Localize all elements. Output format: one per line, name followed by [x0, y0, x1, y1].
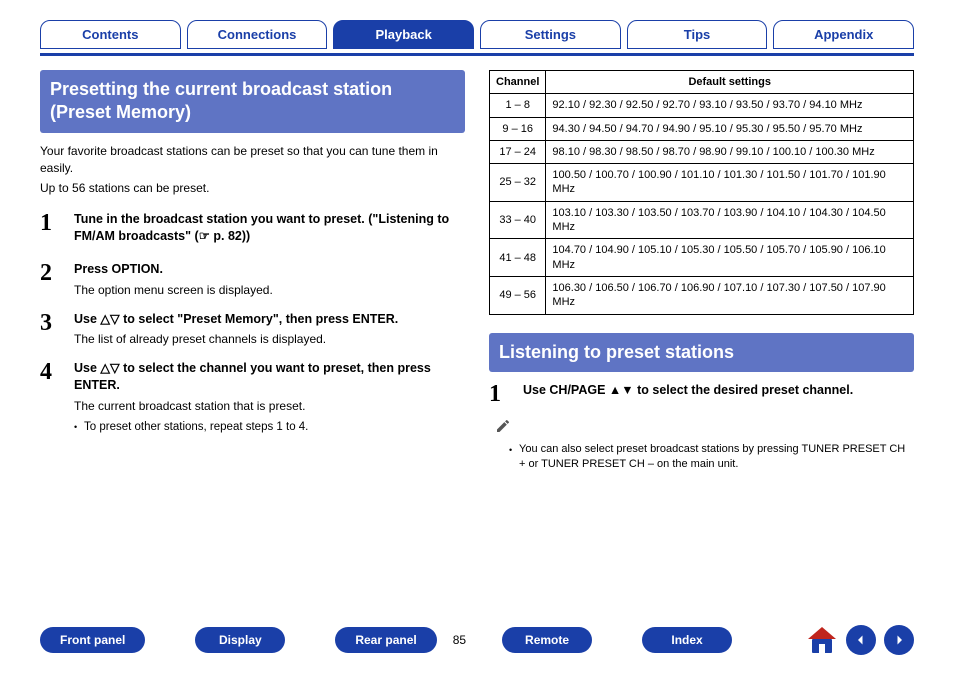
nav-divider: [40, 53, 914, 56]
section-heading-listening: Listening to preset stations: [489, 333, 914, 372]
step-bullet: To preset other stations, repeat steps 1…: [74, 419, 465, 435]
tab-playback[interactable]: Playback: [333, 20, 474, 49]
table-row: 25 – 32100.50 / 100.70 / 100.90 / 101.10…: [490, 164, 914, 202]
step-number: 2: [40, 261, 74, 299]
step-desc: The option menu screen is displayed.: [74, 282, 465, 299]
tab-tips[interactable]: Tips: [627, 20, 768, 49]
pencil-icon: [495, 418, 513, 436]
step-title: Press OPTION.: [74, 261, 465, 278]
step-number: 1: [40, 211, 74, 249]
cell-settings: 106.30 / 106.50 / 106.70 / 106.90 / 107.…: [546, 276, 914, 314]
cell-settings: 100.50 / 100.70 / 100.90 / 101.10 / 101.…: [546, 164, 914, 202]
next-page-button[interactable]: [884, 625, 914, 655]
table-row: 41 – 48104.70 / 104.90 / 105.10 / 105.30…: [490, 239, 914, 277]
cell-channel: 49 – 56: [490, 276, 546, 314]
step-number: 4: [40, 360, 74, 435]
cell-channel: 9 – 16: [490, 117, 546, 140]
section-heading-preset-memory: Presetting the current broadcast station…: [40, 70, 465, 133]
step-row: 1Tune in the broadcast station you want …: [40, 211, 465, 249]
step-desc: The list of already preset channels is d…: [74, 331, 465, 348]
table-row: 1 – 892.10 / 92.30 / 92.50 / 92.70 / 93.…: [490, 94, 914, 117]
cell-settings: 94.30 / 94.50 / 94.70 / 94.90 / 95.10 / …: [546, 117, 914, 140]
step-title: Use △▽ to select "Preset Memory", then p…: [74, 311, 465, 328]
page-number: 85: [447, 633, 472, 647]
step-row: 3Use △▽ to select "Preset Memory", then …: [40, 311, 465, 349]
table-row: 17 – 2498.10 / 98.30 / 98.50 / 98.70 / 9…: [490, 140, 914, 163]
note-text: You can also select preset broadcast sta…: [509, 442, 914, 473]
cell-settings: 98.10 / 98.30 / 98.50 / 98.70 / 98.90 / …: [546, 140, 914, 163]
step-title: Tune in the broadcast station you want t…: [74, 211, 465, 245]
remote-button[interactable]: Remote: [502, 627, 592, 653]
cell-channel: 17 – 24: [490, 140, 546, 163]
table-row: 49 – 56106.30 / 106.50 / 106.70 / 106.90…: [490, 276, 914, 314]
intro-text-1: Your favorite broadcast stations can be …: [40, 143, 465, 177]
step-desc: The current broadcast station that is pr…: [74, 398, 465, 415]
tab-connections[interactable]: Connections: [187, 20, 328, 49]
step-number: 3: [40, 311, 74, 349]
step-row: 4Use △▽ to select the channel you want t…: [40, 360, 465, 435]
step-title: Use △▽ to select the channel you want to…: [74, 360, 465, 394]
default-settings-table: ChannelDefault settings 1 – 892.10 / 92.…: [489, 70, 914, 315]
cell-channel: 25 – 32: [490, 164, 546, 202]
table-header: Default settings: [546, 71, 914, 94]
cell-settings: 103.10 / 103.30 / 103.50 / 103.70 / 103.…: [546, 201, 914, 239]
step-row: 2Press OPTION. The option menu screen is …: [40, 261, 465, 299]
table-row: 9 – 1694.30 / 94.50 / 94.70 / 94.90 / 95…: [490, 117, 914, 140]
cell-channel: 33 – 40: [490, 201, 546, 239]
top-nav: ContentsConnectionsPlaybackSettingsTipsA…: [40, 20, 914, 49]
home-icon[interactable]: [806, 625, 838, 655]
rear-panel-button[interactable]: Rear panel: [335, 627, 436, 653]
cell-channel: 1 – 8: [490, 94, 546, 117]
table-header: Channel: [490, 71, 546, 94]
tab-contents[interactable]: Contents: [40, 20, 181, 49]
step-number: 1: [489, 382, 523, 406]
intro-text-2: Up to 56 stations can be preset.: [40, 180, 465, 197]
cell-settings: 92.10 / 92.30 / 92.50 / 92.70 / 93.10 / …: [546, 94, 914, 117]
bottom-nav: Front panel Display Rear panel 85 Remote In…: [40, 625, 914, 655]
tab-settings[interactable]: Settings: [480, 20, 621, 49]
prev-page-button[interactable]: [846, 625, 876, 655]
step-title: Use CH/PAGE ▲▼ to select the desired pre…: [523, 382, 914, 399]
left-column: Presetting the current broadcast station…: [40, 70, 465, 473]
index-button[interactable]: Index: [642, 627, 732, 653]
cell-settings: 104.70 / 104.90 / 105.10 / 105.30 / 105.…: [546, 239, 914, 277]
step-row: 1 Use CH/PAGE ▲▼ to select the desired p…: [489, 382, 914, 406]
tab-appendix[interactable]: Appendix: [773, 20, 914, 49]
table-row: 33 – 40103.10 / 103.30 / 103.50 / 103.70…: [490, 201, 914, 239]
display-button[interactable]: Display: [195, 627, 285, 653]
right-column: ChannelDefault settings 1 – 892.10 / 92.…: [489, 70, 914, 473]
front-panel-button[interactable]: Front panel: [40, 627, 145, 653]
cell-channel: 41 – 48: [490, 239, 546, 277]
